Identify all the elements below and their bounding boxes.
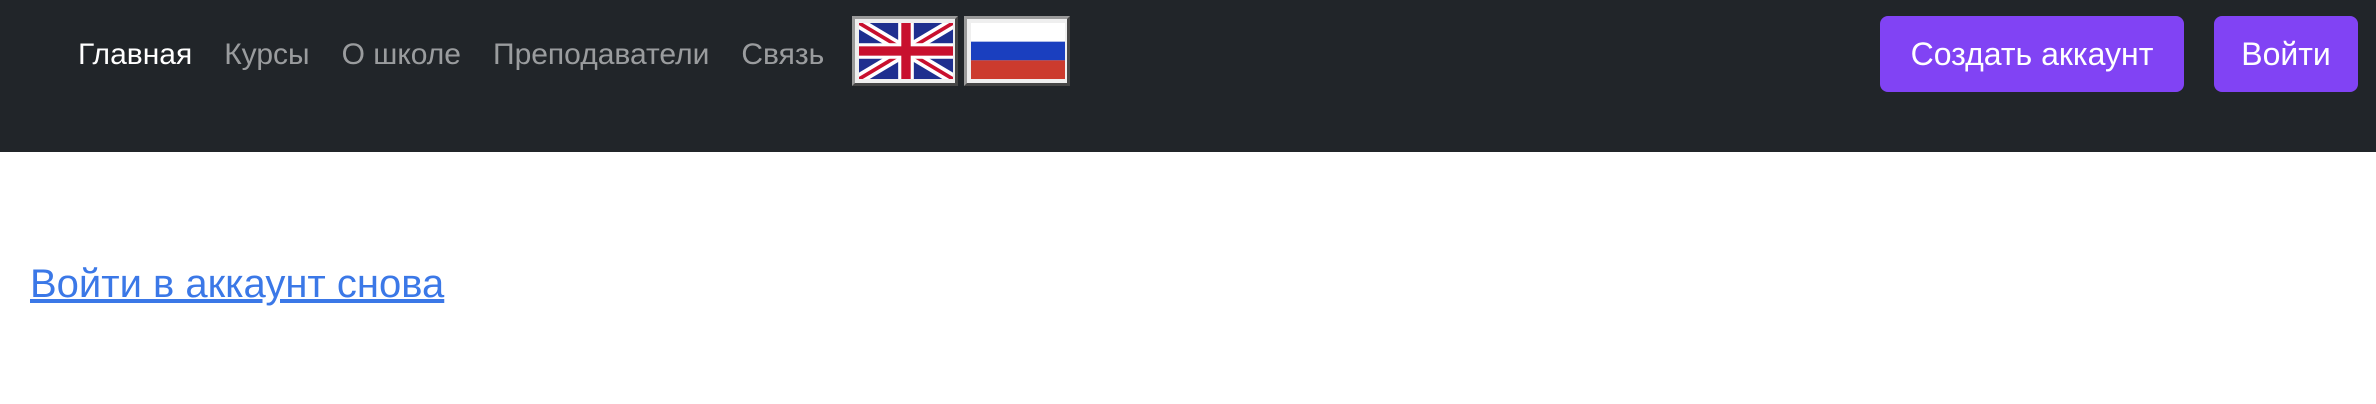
relogin-link[interactable]: Войти в аккаунт снова	[30, 262, 444, 307]
nav-link-courses[interactable]: Курсы	[224, 38, 309, 72]
russian-language-button[interactable]	[964, 16, 1070, 86]
create-account-button[interactable]: Создать аккаунт	[1880, 16, 2184, 92]
nav-link-teachers[interactable]: Преподаватели	[493, 38, 709, 72]
nav-links: Главная Курсы О школе Преподаватели Связ…	[78, 0, 856, 110]
nav-link-home[interactable]: Главная	[78, 38, 192, 72]
login-button[interactable]: Войти	[2214, 16, 2358, 92]
navbar: Главная Курсы О школе Преподаватели Связ…	[0, 0, 2376, 152]
english-language-button[interactable]	[852, 16, 958, 86]
nav-link-contact[interactable]: Связь	[741, 38, 824, 72]
nav-link-about[interactable]: О школе	[342, 38, 461, 72]
ru-flag-icon	[971, 23, 1065, 79]
uk-flag-icon	[859, 23, 953, 79]
